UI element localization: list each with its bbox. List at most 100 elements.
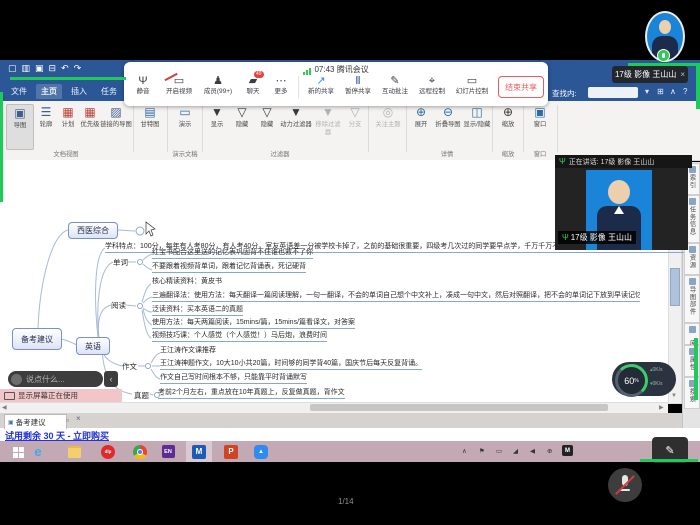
chat-collapse-button[interactable]: ‹ (104, 371, 118, 387)
scroll-down-icon[interactable]: ▼ (671, 393, 677, 399)
meeting-brand: 腾讯会议 (337, 65, 369, 74)
ribbon-schedule-button[interactable]: ▦计划 (56, 104, 80, 148)
tab-file[interactable]: 文件 (6, 84, 32, 99)
mindmap-topic[interactable]: 红宝书配合这里送的记忆表巩固背不住谁也救不了你 (152, 248, 313, 259)
remote-control-button[interactable]: ⌖远程控制 (415, 74, 449, 96)
taskbar-en[interactable]: EN (156, 441, 180, 462)
chat-button[interactable]: ▰49聊天 (240, 74, 266, 96)
tray-hidden-icons[interactable]: ∧ (462, 447, 467, 455)
vertical-scroll-thumb[interactable] (670, 268, 680, 306)
start-video-button[interactable]: ▭开启视频 (162, 74, 196, 96)
ribbon-show-filter-button[interactable]: ▼显示 (205, 104, 229, 148)
chat-quick-input[interactable]: 说点什么... (8, 371, 103, 387)
horizontal-scroll-thumb[interactable] (310, 404, 608, 411)
redo-icon[interactable]: ↷ (74, 63, 83, 73)
ribbon-linked-maps-button[interactable]: ▨链接的导图 (100, 104, 132, 148)
save-icon[interactable]: ▣ (35, 63, 45, 73)
resources-icon (689, 246, 696, 253)
mindmap-root-node[interactable]: 备考建议 (12, 328, 62, 350)
ribbon-zoom-button[interactable]: ⊕缩放 (495, 104, 521, 148)
mindmap-label-pastpapers[interactable]: 真题 (134, 390, 149, 401)
mindmap-node-west-medicine[interactable]: 西医综合 (68, 222, 118, 239)
ribbon-focus-topic-button[interactable]: ◎关注主题 (372, 104, 404, 148)
mindmap-topic[interactable]: 视频技巧课：个人感觉（个人感觉！）马后炮，浪费时间 (152, 331, 327, 342)
mindmap-topic[interactable]: 使用方法：每天两篇阅读，15mins/篇，15mins/篇看译文，对答案 (152, 318, 355, 329)
mute-button[interactable]: Ψ静音 (128, 74, 158, 96)
mindmap-topic[interactable]: 不要跟着视频背单词，跟着记忆背诵表，死记硬背 (152, 262, 306, 273)
members-button[interactable]: ♟成员(99+) (200, 74, 236, 96)
tray-action-center-icon[interactable]: ⊕ (547, 447, 552, 455)
new-file-icon[interactable]: ▢ (8, 63, 18, 73)
more-button[interactable]: ⋯更多 (268, 74, 294, 96)
ribbon-show-hide-button[interactable]: ◫显示/隐藏 (463, 104, 491, 148)
tab-task[interactable]: 任务 (96, 84, 122, 99)
end-share-button[interactable]: 结束共享 (498, 76, 544, 98)
tab-home[interactable]: 主页 (36, 84, 62, 99)
print-icon[interactable]: ⊟ (49, 63, 58, 73)
pane-tab-map-parts[interactable]: 导图部件 (684, 275, 700, 323)
find-input[interactable] (588, 87, 638, 98)
taskbar-powerpoint[interactable]: P (218, 441, 244, 462)
workbook-tab[interactable]: ▣备考建议 (4, 414, 67, 429)
taskbar-dlp[interactable]: dlp (96, 441, 120, 462)
taskbar-explorer[interactable] (62, 441, 86, 462)
ribbon-remove-filter-button[interactable]: ▼移除过滤器 (313, 104, 343, 148)
annotate-button[interactable]: ✎互动批注 (378, 74, 412, 96)
ribbon-outline-button[interactable]: ☰轮廓 (34, 104, 58, 148)
taskbar-ie[interactable]: e (26, 441, 50, 462)
participant-overlay-pill[interactable]: 17级 影像 王山山× (612, 66, 688, 83)
tray-ime-icon[interactable]: M (562, 445, 573, 456)
task-info-icon (689, 198, 696, 205)
mindmap-topic[interactable]: 核心精读资料：黄皮书 (152, 277, 222, 286)
mindmap-topic[interactable]: 考前2个月左右，重点放在10年真题上，反复做真题，背作文 (158, 388, 345, 399)
ribbon-power-filter-button[interactable]: ▼动力过滤器 (280, 104, 312, 148)
person-face (659, 20, 671, 34)
ribbon-collapse-map-button[interactable]: ⊖折叠导图 (434, 104, 462, 148)
ribbon-separator (406, 105, 407, 152)
grid-icon[interactable]: ⊞ (657, 87, 664, 96)
mindmap-node-english[interactable]: 英语 (76, 337, 110, 355)
mindmap-topic[interactable]: 王江涛作文课推荐 (160, 346, 216, 355)
tab-insert[interactable]: 插入 (66, 84, 92, 99)
taskbar-mindmanager[interactable]: M (186, 441, 212, 464)
mindmap-topic[interactable]: 泛读资料：买本英语二的真题 (152, 305, 243, 316)
close-tab-icon[interactable]: × (76, 414, 81, 423)
help-icon[interactable]: ? (683, 87, 687, 96)
tray-volume-icon[interactable]: ◀ (530, 447, 535, 455)
ribbon-expand-button[interactable]: ⊕展开 (409, 104, 433, 148)
ribbon-present-button[interactable]: ▭演示 (170, 104, 200, 148)
open-file-icon[interactable]: ▥ (22, 63, 32, 73)
mindmap-label-reading[interactable]: 阅读 (111, 300, 126, 311)
ribbon-branch-button[interactable]: ▽分支 (344, 104, 366, 148)
mindmap-label-words[interactable]: 单词 (113, 257, 128, 268)
mindmap-topic[interactable]: 王江涛神题作文，10大10小共20篇，时间够的同学背40篇，国庆节后每天反复背诵… (160, 359, 422, 370)
ribbon-map-button[interactable]: ▣导图 (6, 104, 34, 150)
chat-badge: 49 (254, 71, 264, 78)
tab-list-icon[interactable]: ▫ (66, 416, 69, 425)
close-icon[interactable]: × (680, 70, 685, 79)
undo-icon[interactable]: ↶ (61, 63, 70, 73)
mindmap-topic[interactable]: 三遍翻译法：使用方法：每天翻译一篇阅读理解，一句一翻译，不会的单词自己想个中文补… (152, 291, 640, 302)
muted-mic-button[interactable] (608, 468, 642, 502)
taskbar-tencent-meeting[interactable]: ▲ (248, 441, 274, 462)
mindmap-topic[interactable]: 作文自己写时间根本不够，只能靠平时背诵默写 (160, 373, 307, 384)
tray-network-icon[interactable]: ◢ (513, 447, 518, 455)
dropdown-icon[interactable]: ▾ (645, 87, 649, 96)
pause-share-button[interactable]: ‖暂停共享 (341, 74, 375, 96)
tray-flag-icon[interactable]: ⚑ (479, 447, 485, 455)
scroll-right-icon[interactable]: ▶ (659, 404, 664, 411)
ribbon-priority-button[interactable]: ▦优先级 (78, 104, 102, 148)
tray-battery-icon[interactable]: ▭ (496, 447, 502, 455)
scroll-left-icon[interactable]: ◀ (2, 404, 7, 411)
ribbon-hide-filter-button[interactable]: ▽隐藏 (230, 104, 254, 148)
slide-control-button[interactable]: ▭幻灯片控制 (452, 74, 492, 96)
emoji-icon (11, 374, 22, 385)
ribbon-hide-filter2-button[interactable]: ▽隐藏 (255, 104, 279, 148)
accelerator-percent[interactable]: 60% (615, 364, 648, 397)
collapse-ribbon-icon[interactable]: ∧ (670, 87, 676, 96)
ribbon-window-button[interactable]: ▣窗口 (526, 104, 554, 148)
taskbar-chrome[interactable] (128, 441, 152, 462)
ribbon-gantt-button[interactable]: ▤甘特图 (136, 104, 164, 148)
new-share-button[interactable]: ↗新的共享 (304, 74, 338, 96)
mindmap-label-writing[interactable]: 作文 (122, 361, 137, 372)
